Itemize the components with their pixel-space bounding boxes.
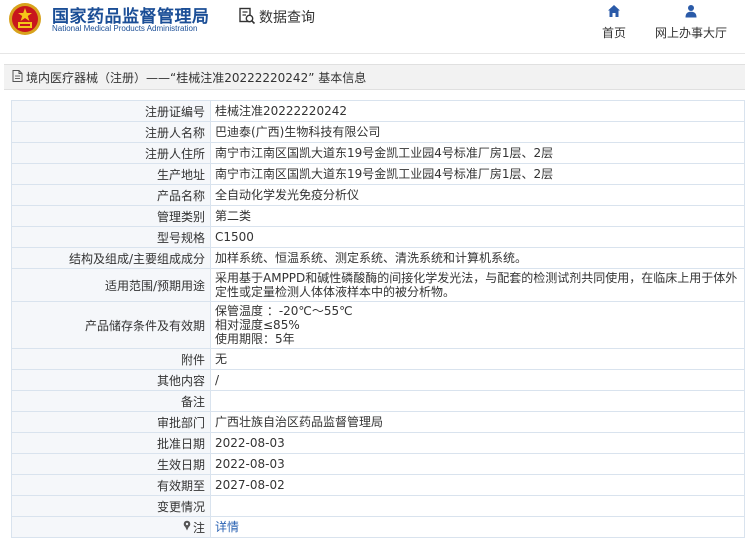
data-query-label: 数据查询 <box>259 10 315 26</box>
field-value: 南宁市江南区国凯大道东19号金凯工业园4号标准厂房1层、2层 <box>210 163 745 185</box>
table-row: 结构及组成/主要组成成分 加样系统、恒温系统、测定系统、清洗系统和计算机系统。 <box>11 247 745 269</box>
field-value: / <box>210 369 745 391</box>
field-label: 备注 <box>11 390 211 412</box>
field-value: 桂械注准20222220242 <box>210 100 745 122</box>
field-value: 第二类 <box>210 205 745 227</box>
national-emblem-icon[interactable] <box>8 2 42 36</box>
table-row: 注册证编号 桂械注准20222220242 <box>11 100 745 122</box>
field-value: C1500 <box>210 226 745 248</box>
home-icon <box>607 4 621 21</box>
field-label: 审批部门 <box>11 411 211 433</box>
field-label: 管理类别 <box>11 205 211 227</box>
table-row: 生产地址 南宁市江南区国凯大道东19号金凯工业园4号标准厂房1层、2层 <box>11 163 745 185</box>
site-title-en: National Medical Products Administration <box>52 24 198 33</box>
field-value: 全自动化学发光免疫分析仪 <box>210 184 745 206</box>
table-row: 其他内容 / <box>11 369 745 391</box>
table-row: 产品储存条件及有效期 保管温度 ：-20℃～55℃ 相对湿度≤85% 使用期限：… <box>11 301 745 349</box>
field-label: 注册人名称 <box>11 121 211 143</box>
registration-info-table: 注册证编号 桂械注准20222220242 注册人名称 巴迪泰(广西)生物科技有… <box>11 100 745 538</box>
table-row: 备注 <box>11 390 745 412</box>
table-row: 有效期至 2027-08-02 <box>11 474 745 496</box>
field-value: 保管温度 ：-20℃～55℃ 相对湿度≤85% 使用期限：5年 <box>210 301 745 349</box>
nav-online-service-hall[interactable]: 网上办事大厅 <box>652 4 730 41</box>
table-row: 批准日期 2022-08-03 <box>11 432 745 454</box>
nav-home-label: 首页 <box>601 26 626 40</box>
table-row: 管理类别 第二类 <box>11 205 745 227</box>
table-row: 适用范围/预期用途 采用基于AMPPD和碱性磷酸酶的间接化学发光法，与配套的检测… <box>11 268 745 302</box>
data-query-icon <box>238 7 256 28</box>
field-label: 其他内容 <box>11 369 211 391</box>
table-row: 附件 无 <box>11 348 745 370</box>
field-value: 详情 <box>210 516 745 538</box>
data-query-link[interactable]: 数据查询 <box>238 6 315 28</box>
details-link[interactable]: 详情 <box>215 520 239 534</box>
field-label: 产品名称 <box>11 184 211 206</box>
field-value: 巴迪泰(广西)生物科技有限公司 <box>210 121 745 143</box>
field-label: 注 <box>11 516 211 538</box>
field-value <box>210 495 745 517</box>
document-icon <box>12 69 23 85</box>
field-label: 有效期至 <box>11 474 211 496</box>
field-value: 加样系统、恒温系统、测定系统、清洗系统和计算机系统。 <box>210 247 745 269</box>
field-label: 产品储存条件及有效期 <box>11 301 211 349</box>
field-value: 采用基于AMPPD和碱性磷酸酶的间接化学发光法，与配套的检测试剂共同使用，在临床… <box>210 268 745 302</box>
nav-home[interactable]: 首页 <box>598 4 630 41</box>
detail-title: 境内医疗器械（注册）——“桂械注准20222220242” 基本信息 <box>26 70 367 85</box>
note-label: 注 <box>182 519 205 536</box>
table-row: 变更情况 <box>11 495 745 517</box>
table-row: 注 详情 <box>11 516 745 538</box>
field-value: 广西壮族自治区药品监督管理局 <box>210 411 745 433</box>
field-label: 适用范围/预期用途 <box>11 268 211 302</box>
field-label: 型号规格 <box>11 226 211 248</box>
field-label: 批准日期 <box>11 432 211 454</box>
detail-title-bar: 境内医疗器械（注册）——“桂械注准20222220242” 基本信息 <box>4 64 745 90</box>
field-value: 2027-08-02 <box>210 474 745 496</box>
field-label: 生效日期 <box>11 453 211 475</box>
field-value: 无 <box>210 348 745 370</box>
storage-line: 使用期限：5年 <box>215 332 295 346</box>
field-value: 2022-08-03 <box>210 453 745 475</box>
storage-line: 保管温度 ：-20℃～55℃ <box>215 304 353 318</box>
user-icon <box>684 4 698 21</box>
table-row: 注册人名称 巴迪泰(广西)生物科技有限公司 <box>11 121 745 143</box>
field-label: 附件 <box>11 348 211 370</box>
field-label: 变更情况 <box>11 495 211 517</box>
site-header: 国家药品监督管理局 National Medical Products Admi… <box>0 0 745 54</box>
pin-icon <box>182 520 192 534</box>
field-value: 2022-08-03 <box>210 432 745 454</box>
field-value <box>210 390 745 412</box>
table-row: 注册人住所 南宁市江南区国凯大道东19号金凯工业园4号标准厂房1层、2层 <box>11 142 745 164</box>
note-label-text: 注 <box>192 520 205 535</box>
table-row: 生效日期 2022-08-03 <box>11 453 745 475</box>
field-value: 南宁市江南区国凯大道东19号金凯工业园4号标准厂房1层、2层 <box>210 142 745 164</box>
table-row: 审批部门 广西壮族自治区药品监督管理局 <box>11 411 745 433</box>
nav-online-service-label: 网上办事大厅 <box>654 26 727 40</box>
field-label: 生产地址 <box>11 163 211 185</box>
table-row: 产品名称 全自动化学发光免疫分析仪 <box>11 184 745 206</box>
storage-line: 相对湿度≤85% <box>215 318 300 332</box>
field-label: 结构及组成/主要组成成分 <box>11 247 211 269</box>
field-label: 注册证编号 <box>11 100 211 122</box>
field-label: 注册人住所 <box>11 142 211 164</box>
table-row: 型号规格 C1500 <box>11 226 745 248</box>
